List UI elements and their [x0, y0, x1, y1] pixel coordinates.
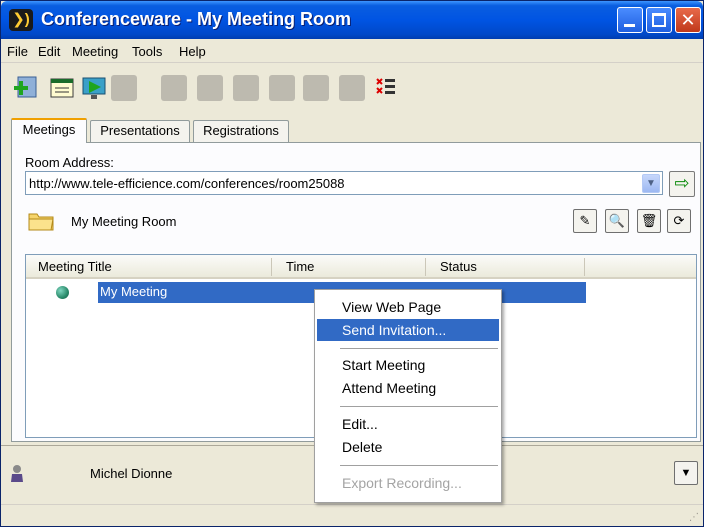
edit-room-button[interactable]: ✎ — [573, 209, 597, 233]
column-meeting-title[interactable]: Meeting Title — [38, 259, 112, 274]
list-header: Meeting Title Time Status — [26, 255, 696, 279]
refresh-icon: ⟳ — [673, 213, 685, 228]
app-window: ❯) Conferenceware - My Meeting Room ✕ Fi… — [0, 0, 704, 527]
menu-bar: File Edit Meeting Tools Help — [1, 39, 703, 63]
properties-icon[interactable] — [49, 75, 75, 101]
tab-registrations[interactable]: Registrations — [193, 120, 289, 142]
stop-presentation-icon — [111, 75, 137, 101]
menu-separator — [340, 348, 498, 349]
status-bar: ⋰ — [1, 504, 703, 526]
menu-item-start-meeting[interactable]: Start Meeting — [317, 354, 499, 376]
folder-icon — [28, 213, 54, 231]
window-icon — [269, 75, 295, 101]
room-address-input[interactable] — [29, 175, 639, 191]
context-menu: View Web Page Send Invitation... Start M… — [314, 289, 502, 503]
toolbar — [1, 63, 703, 115]
new-meeting-icon[interactable] — [13, 75, 39, 101]
maximize-button[interactable] — [646, 7, 672, 33]
user-dropdown-button[interactable]: ▼ — [674, 461, 698, 485]
room-name: My Meeting Room — [71, 214, 177, 229]
app-logo-icon: ❯) — [9, 9, 33, 31]
close-button[interactable]: ✕ — [675, 7, 701, 33]
search-icon: 🔍 — [608, 213, 626, 228]
menu-item-send-invitation[interactable]: Send Invitation... — [317, 319, 499, 341]
menu-tools[interactable]: Tools — [132, 44, 162, 59]
monitor-icon — [197, 75, 223, 101]
window-title: Conferenceware - My Meeting Room — [41, 9, 352, 29]
meeting-title-cell: My Meeting — [100, 284, 168, 299]
menu-item-edit[interactable]: Edit... — [317, 413, 499, 435]
chevron-down-icon[interactable]: ▼ — [642, 174, 660, 193]
menu-item-attend-meeting[interactable]: Attend Meeting — [317, 377, 499, 399]
checklist-icon[interactable] — [373, 75, 399, 101]
laptop-icon — [233, 75, 259, 101]
resize-grip-icon[interactable]: ⋰ — [689, 512, 699, 523]
menu-edit[interactable]: Edit — [38, 44, 60, 59]
user-icon — [11, 465, 23, 482]
menu-separator — [340, 406, 498, 407]
column-status[interactable]: Status — [440, 259, 477, 274]
start-presentation-icon[interactable] — [81, 75, 107, 101]
tab-meetings[interactable]: Meetings — [11, 118, 87, 143]
menu-item-delete[interactable]: Delete — [317, 436, 499, 458]
delete-room-button[interactable]: 🗑 — [637, 209, 661, 233]
trash-icon: 🗑 — [640, 213, 658, 228]
refresh-room-button[interactable]: ⟳ — [667, 209, 691, 233]
menu-separator — [340, 465, 498, 466]
web-icon — [303, 75, 329, 101]
menu-item-view-web-page[interactable]: View Web Page — [317, 296, 499, 318]
menu-file[interactable]: File — [7, 44, 28, 59]
meeting-status-icon — [56, 286, 69, 299]
menu-meeting[interactable]: Meeting — [72, 44, 118, 59]
menu-item-export-recording: Export Recording... — [342, 475, 462, 491]
layout-icon — [161, 75, 187, 101]
column-divider[interactable] — [584, 258, 585, 276]
column-divider[interactable] — [425, 258, 426, 276]
column-divider[interactable] — [271, 258, 272, 276]
edit-icon: ✎ — [579, 213, 591, 228]
room-address-combo[interactable] — [25, 171, 663, 195]
room-address-label: Room Address: — [25, 155, 114, 170]
column-time[interactable]: Time — [286, 259, 314, 274]
preview-room-button[interactable]: 🔍 — [605, 209, 629, 233]
title-bar[interactable]: ❯) Conferenceware - My Meeting Room ✕ — [1, 1, 703, 39]
menu-help[interactable]: Help — [179, 44, 206, 59]
go-arrow-button[interactable]: ⇨ — [669, 171, 695, 197]
minimize-icon — [624, 24, 635, 27]
minimize-button[interactable] — [617, 7, 643, 33]
close-icon: ✕ — [680, 10, 696, 30]
tab-presentations[interactable]: Presentations — [90, 120, 190, 142]
maximize-icon — [652, 13, 666, 27]
export-icon — [339, 75, 365, 101]
user-name: Michel Dionne — [90, 466, 173, 481]
